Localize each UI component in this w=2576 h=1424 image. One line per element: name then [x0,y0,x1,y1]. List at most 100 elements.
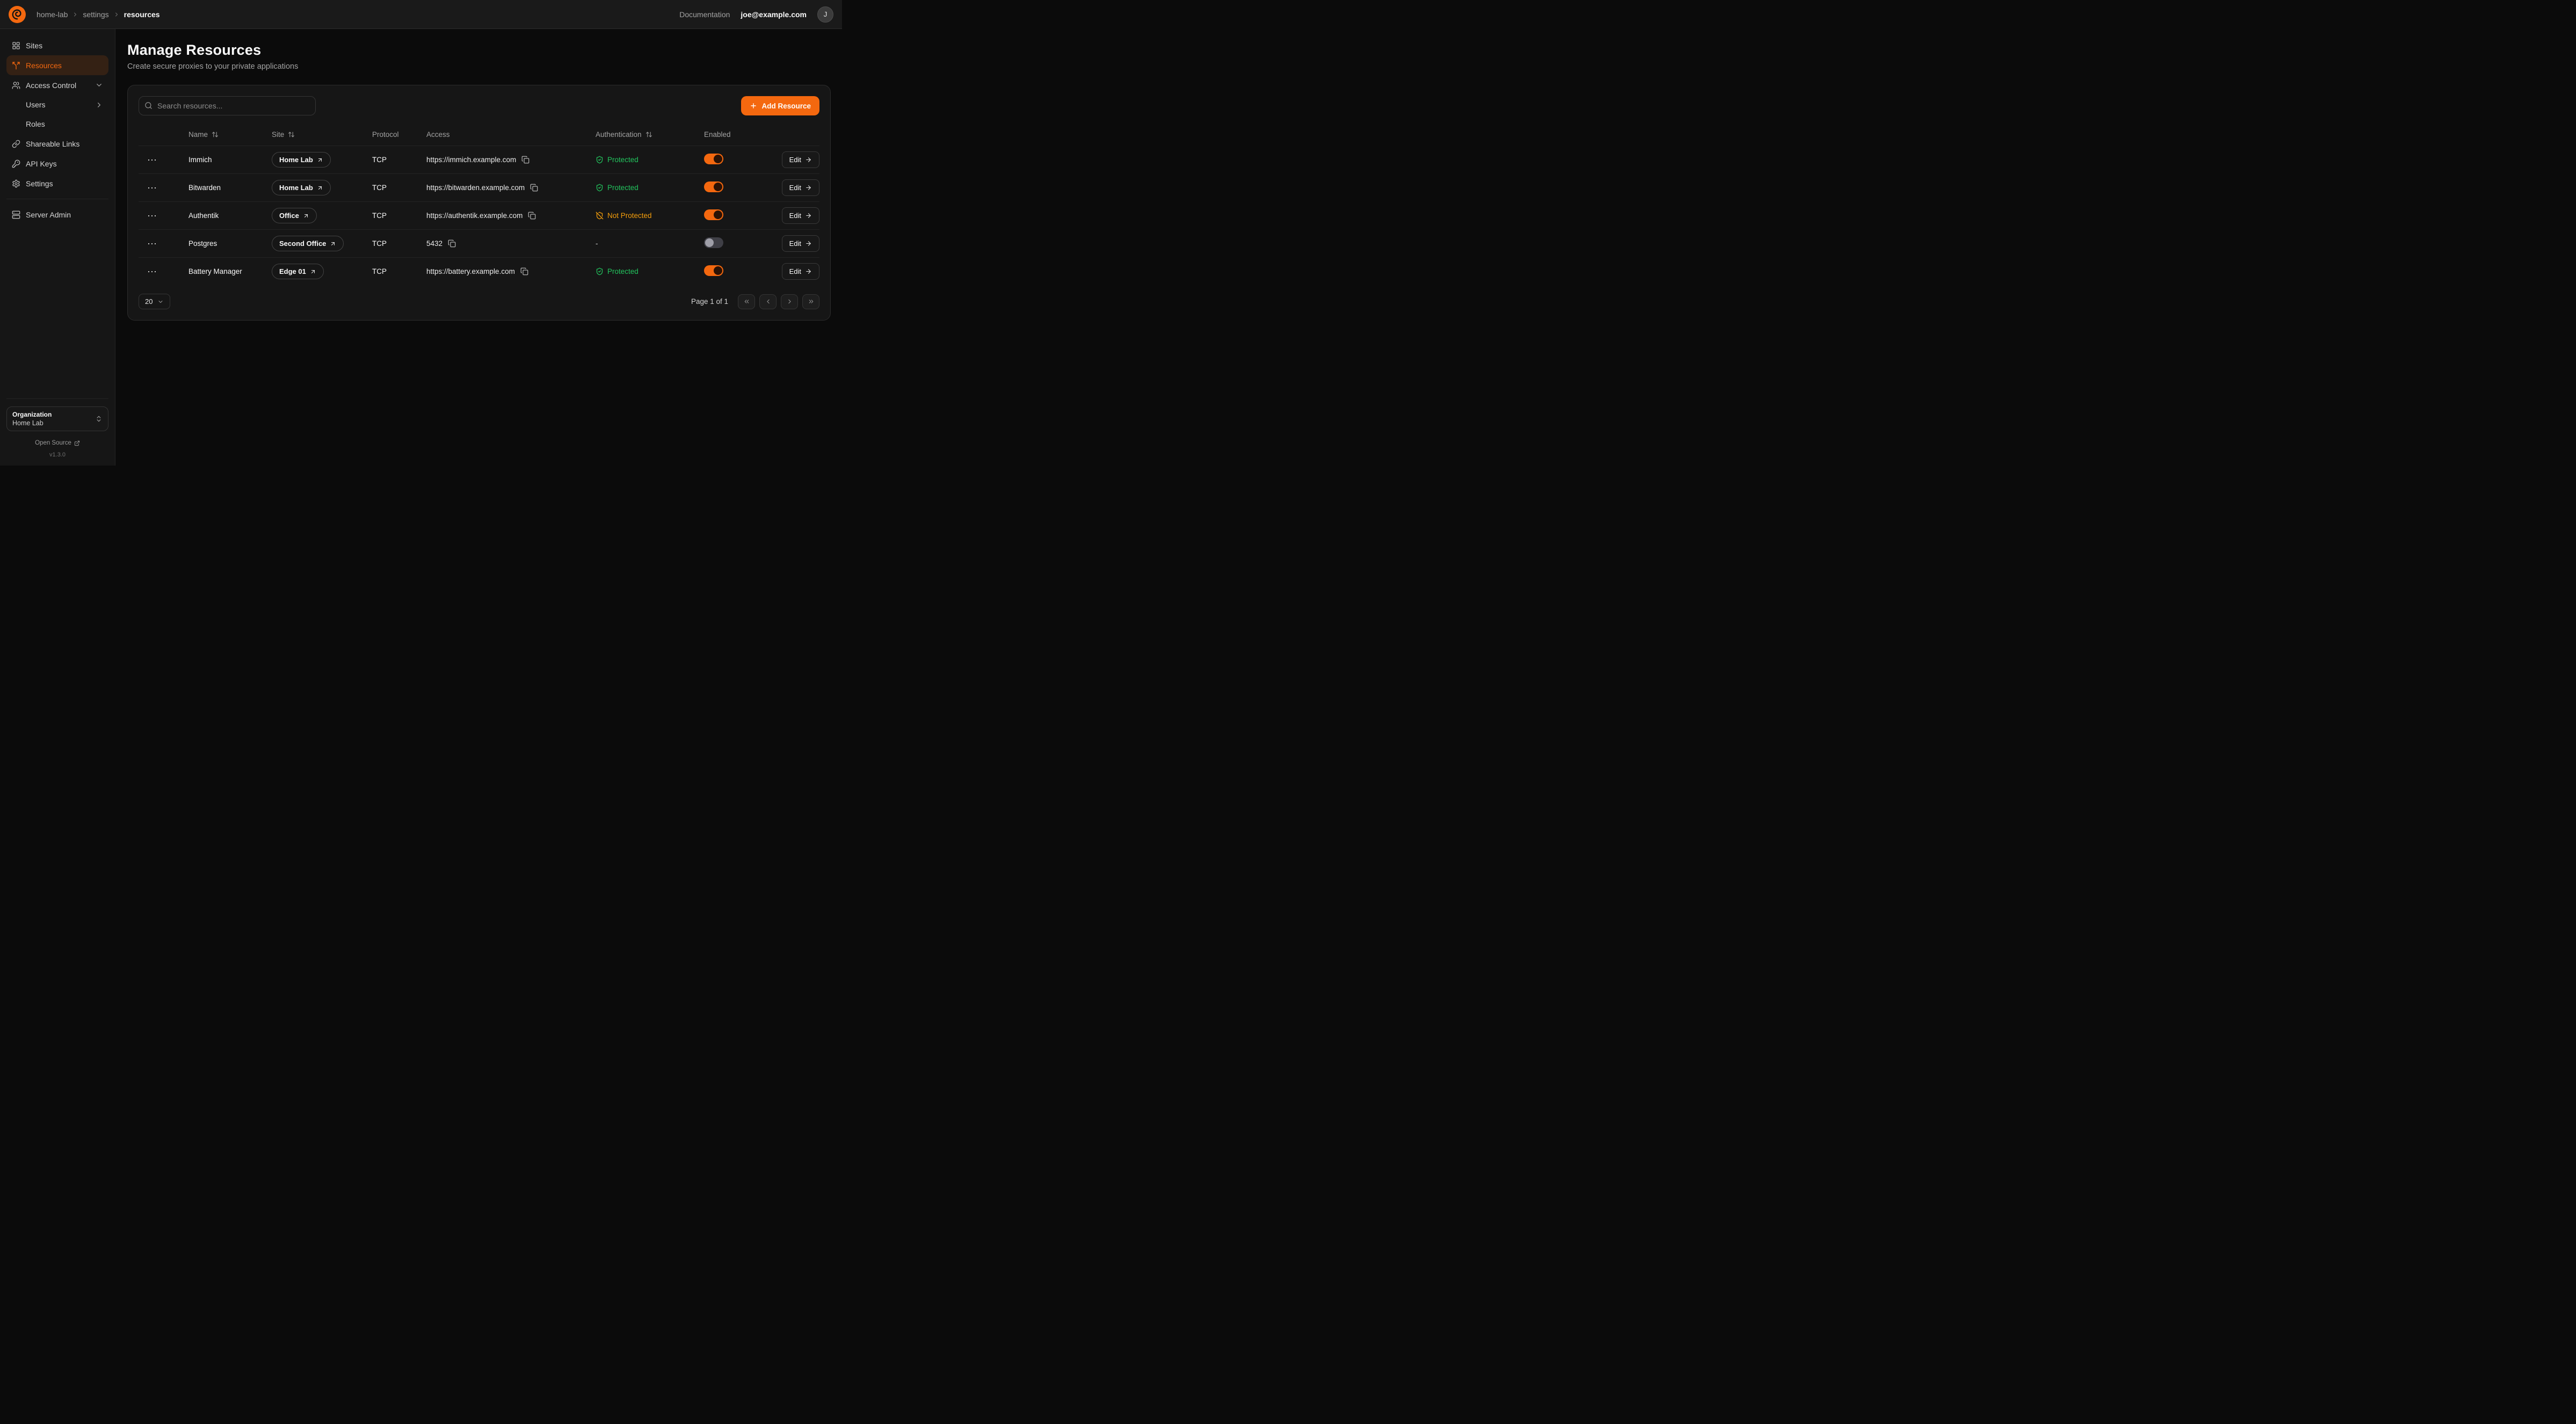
column-header-protocol: Protocol [372,130,426,139]
sidebar: Sites Resources Access Control Users Rol [0,29,115,466]
table-row: ⋯ Bitwarden Home Lab TCP https://bitward… [139,173,819,201]
sidebar-item-sites[interactable]: Sites [6,35,108,55]
enabled-toggle[interactable] [704,154,723,164]
avatar[interactable]: J [817,6,833,23]
chevron-down-icon [157,299,164,305]
edit-button[interactable]: Edit [782,151,819,168]
page-subtitle: Create secure proxies to your private ap… [127,62,831,71]
access-value[interactable]: https://battery.example.com [426,267,515,275]
column-header-authentication[interactable]: Authentication [596,130,704,139]
site-pill-label: Edge 01 [279,267,306,275]
row-menu-button[interactable]: ⋯ [147,267,157,277]
sidebar-item-label: API Keys [26,159,57,168]
enabled-toggle[interactable] [704,209,723,220]
column-header-site[interactable]: Site [272,130,372,139]
sort-icon [212,131,219,138]
row-menu-button[interactable]: ⋯ [147,155,157,165]
enabled-toggle[interactable] [704,265,723,276]
edit-button[interactable]: Edit [782,179,819,196]
page-size-select[interactable]: 20 [139,294,170,309]
documentation-link[interactable]: Documentation [679,10,730,19]
table-header-row: Name Site Protocol [139,123,819,146]
arrow-up-right-icon [317,185,323,191]
arrow-right-icon [805,240,812,247]
shield-check-icon [596,156,604,164]
edit-button[interactable]: Edit [782,263,819,280]
breadcrumb-settings[interactable]: settings [83,10,108,19]
access-value[interactable]: https://authentik.example.com [426,212,523,220]
copy-icon[interactable] [521,156,529,164]
sidebar-item-shareable-links[interactable]: Shareable Links [6,134,108,154]
sidebar-item-roles[interactable]: Roles [6,114,108,134]
app-logo-icon[interactable] [9,6,26,23]
sidebar-item-users[interactable]: Users [6,95,108,114]
auth-label: Not Protected [607,212,652,220]
protocol-value: TCP [372,156,426,164]
edit-label: Edit [789,239,801,248]
sidebar-item-api-keys[interactable]: API Keys [6,154,108,173]
site-link-pill[interactable]: Second Office [272,236,344,251]
row-menu-button[interactable]: ⋯ [147,183,157,193]
site-link-pill[interactable]: Office [272,208,317,223]
resource-name: Postgres [188,239,272,248]
edit-button[interactable]: Edit [782,235,819,252]
main-content: Manage Resources Create secure proxies t… [115,29,842,466]
copy-icon[interactable] [520,267,528,275]
protocol-value: TCP [372,212,426,220]
copy-icon[interactable] [528,212,536,220]
search-input[interactable] [139,96,316,115]
chevrons-left-icon [743,298,750,305]
column-header-name[interactable]: Name [188,130,272,139]
site-link-pill[interactable]: Home Lab [272,152,331,168]
open-source-link[interactable]: Open Source [35,440,80,446]
previous-page-button[interactable] [759,294,777,309]
topbar: home-lab settings resources Documentatio… [0,0,842,29]
copy-icon[interactable] [530,184,538,192]
row-menu-button[interactable]: ⋯ [147,211,157,221]
edit-button[interactable]: Edit [782,207,819,224]
sidebar-item-label: Server Admin [26,210,71,219]
sidebar-item-server-admin[interactable]: Server Admin [6,205,108,224]
auth-status: Protected [596,156,704,164]
sidebar-item-label: Shareable Links [26,140,79,148]
shield-check-icon [596,267,604,275]
access-value[interactable]: 5432 [426,239,442,248]
copy-icon[interactable] [448,239,456,248]
next-page-button[interactable] [781,294,798,309]
access-value[interactable]: https://bitwarden.example.com [426,184,525,192]
arrow-up-right-icon [317,157,323,163]
resource-name: Authentik [188,212,272,220]
sidebar-bottom: Organization Home Lab Open Source v1.3.0 [6,398,108,458]
arrow-up-right-icon [310,268,316,275]
breadcrumb-resources[interactable]: resources [124,10,160,19]
sidebar-item-label: Settings [26,179,53,188]
sidebar-item-label: Users [26,100,46,109]
sidebar-item-resources[interactable]: Resources [6,55,108,75]
enabled-toggle[interactable] [704,181,723,192]
card-footer: 20 Page 1 of 1 [139,294,819,309]
page-size-value: 20 [145,297,153,306]
access-value[interactable]: https://immich.example.com [426,156,516,164]
server-icon [12,210,20,219]
table-row: ⋯ Postgres Second Office TCP 5432 - [139,229,819,257]
auth-status: Protected [596,267,704,275]
toggle-knob [714,183,722,191]
enabled-toggle[interactable] [704,237,723,248]
user-email[interactable]: joe@example.com [741,10,807,19]
add-resource-button[interactable]: Add Resource [741,96,819,115]
organization-switcher[interactable]: Organization Home Lab [6,406,108,431]
first-page-button[interactable] [738,294,755,309]
sidebar-item-access-control[interactable]: Access Control [6,75,108,95]
breadcrumb: home-lab settings resources [37,10,160,19]
sidebar-item-label: Resources [26,61,62,70]
sidebar-item-settings[interactable]: Settings [6,173,108,193]
row-menu-button[interactable]: ⋯ [147,239,157,249]
edit-label: Edit [789,267,801,275]
column-header-access: Access [426,130,596,139]
add-resource-label: Add Resource [761,102,811,110]
breadcrumb-home-lab[interactable]: home-lab [37,10,68,19]
site-link-pill[interactable]: Home Lab [272,180,331,195]
last-page-button[interactable] [802,294,819,309]
site-link-pill[interactable]: Edge 01 [272,264,324,279]
chevron-left-icon [765,298,772,305]
